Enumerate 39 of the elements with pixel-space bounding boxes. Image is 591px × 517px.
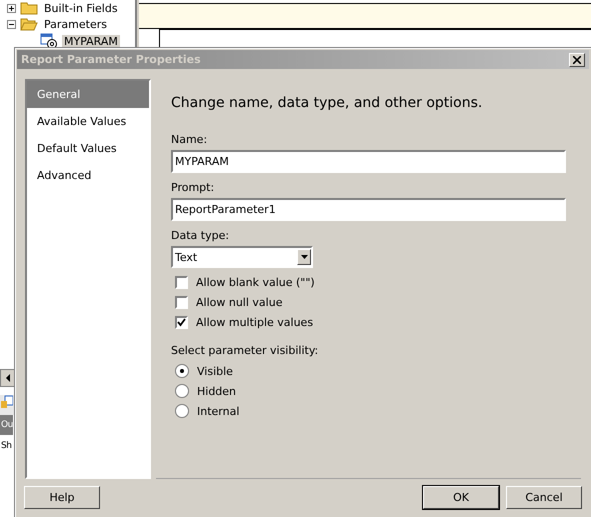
checkbox[interactable]: [175, 296, 188, 308]
panel-tab[interactable]: Ou: [0, 415, 13, 435]
close-icon[interactable]: [569, 52, 585, 66]
nav-item[interactable]: Advanced: [27, 162, 149, 189]
data-type-dropdown[interactable]: Text: [171, 246, 313, 268]
ok-button[interactable]: OK: [423, 486, 499, 509]
help-button[interactable]: Help: [24, 486, 100, 509]
nav-item[interactable]: Default Values: [27, 135, 149, 162]
prompt-field[interactable]: ReportParameter1: [171, 198, 566, 221]
tree-item[interactable]: Parameters: [42, 18, 109, 30]
window-title: Report Parameter Properties: [21, 53, 201, 66]
panel-item[interactable]: Sh: [0, 435, 12, 457]
field-label: Prompt:: [171, 181, 216, 194]
checkbox[interactable]: [175, 276, 188, 288]
cancel-button[interactable]: Cancel: [506, 486, 582, 509]
field-label: Name:: [171, 133, 208, 146]
folder-icon: [20, 1, 38, 15]
radio-label: Internal: [197, 404, 240, 418]
radio-label: Visible: [197, 364, 233, 378]
folder-icon: [20, 17, 38, 31]
checkbox-label: Allow multiple values: [196, 316, 314, 328]
field-label: Data type:: [171, 229, 230, 242]
tree-item[interactable]: Built-in Fields: [42, 2, 120, 14]
expander-icon[interactable]: [7, 4, 16, 12]
page-heading: Change name, data type, and other options.: [171, 95, 484, 111]
nav-item[interactable]: Available Values: [27, 108, 149, 135]
tree-item[interactable]: MYPARAM: [62, 34, 120, 48]
radio-label: Hidden: [197, 384, 236, 398]
radio-button[interactable]: [175, 384, 189, 398]
radio-button[interactable]: [175, 404, 189, 418]
nav-item[interactable]: General: [27, 81, 149, 108]
expander-icon[interactable]: [7, 20, 16, 28]
name-field[interactable]: MYPARAM: [171, 150, 566, 173]
radio-button[interactable]: [175, 364, 189, 378]
left-arrow-icon: [5, 374, 11, 382]
checkbox[interactable]: [175, 316, 188, 328]
checkbox-label: Allow null value: [196, 296, 282, 308]
field-label: Select parameter visibility:: [171, 344, 320, 357]
checkbox-label: Allow blank value (""): [196, 276, 315, 288]
